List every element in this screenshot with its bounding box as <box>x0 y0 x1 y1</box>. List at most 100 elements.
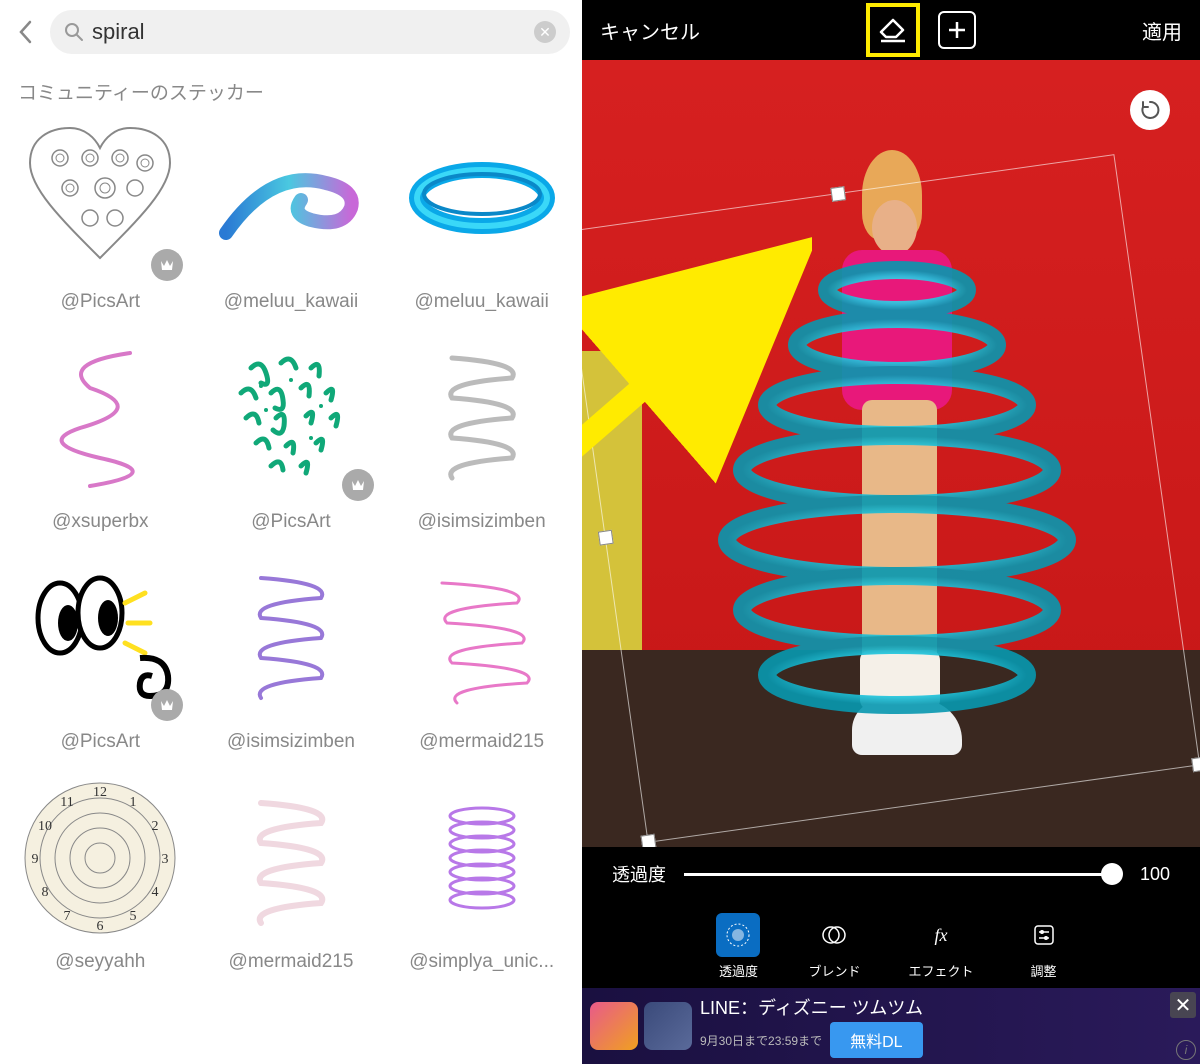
sticker-item[interactable]: @simplya_unic... <box>391 773 572 973</box>
svg-text:5: 5 <box>130 909 137 924</box>
search-input[interactable] <box>92 19 526 45</box>
selection-handle[interactable] <box>1191 756 1200 772</box>
svg-text:9: 9 <box>32 852 39 867</box>
cancel-button[interactable]: キャンセル <box>600 16 700 45</box>
clear-search-button[interactable]: ✕ <box>534 21 556 43</box>
ad-info-button[interactable]: i <box>1176 1040 1196 1060</box>
editor-panel: キャンセル 適用 <box>582 0 1200 1064</box>
premium-badge-icon <box>342 469 374 501</box>
tool-label: エフェクト <box>909 961 974 980</box>
ad-download-button[interactable]: 無料DL <box>830 1022 922 1058</box>
ad-close-button[interactable]: ✕ <box>1170 992 1196 1018</box>
tool-label: ブレンド <box>808 961 860 980</box>
tight-purple-coil-icon <box>402 778 562 938</box>
eraser-button[interactable] <box>866 3 920 57</box>
selection-box[interactable] <box>582 154 1200 843</box>
sticker-label: @mermaid215 <box>419 731 544 753</box>
opacity-slider[interactable] <box>684 873 1112 876</box>
svg-text:10: 10 <box>38 819 52 834</box>
sticker-search-panel: ✕ コミュニティーのステッカー @PicsArt <box>0 0 582 1064</box>
plus-icon <box>947 20 967 40</box>
sticker-item[interactable]: @isimsizimben <box>201 553 382 753</box>
svg-text:3: 3 <box>162 852 169 867</box>
pink-coil-icon <box>402 558 562 718</box>
tool-label: 透過度 <box>719 961 758 980</box>
sticker-item[interactable]: @mermaid215 <box>201 773 382 973</box>
spiral-clock-icon: 12 3 6 9 12 45 78 10 11 <box>20 778 180 938</box>
add-button[interactable] <box>938 11 976 49</box>
sticker-label: @isimsizimben <box>227 731 355 753</box>
tool-row: 透過度 ブレンド fx エフェクト 調整 <box>582 901 1200 988</box>
apply-button[interactable]: 適用 <box>1142 16 1182 45</box>
swirl-brush-icon <box>211 138 371 258</box>
tool-blend[interactable]: ブレンド <box>808 913 860 980</box>
tool-opacity[interactable]: 透過度 <box>716 913 760 980</box>
sticker-label: @meluu_kawaii <box>414 291 548 313</box>
sticker-item[interactable]: @xsuperbx <box>10 333 191 533</box>
sticker-item[interactable]: @isimsizimben <box>391 333 572 533</box>
sticker-grid: @PicsArt @meluu_kawaii @meluu_kawaii <box>0 113 582 973</box>
opacity-slider-row: 透過度 100 <box>582 847 1200 901</box>
svg-text:4: 4 <box>152 885 159 900</box>
rotate-handle[interactable] <box>1130 90 1170 130</box>
search-box[interactable]: ✕ <box>50 10 570 54</box>
svg-text:fx: fx <box>935 925 948 945</box>
slider-thumb[interactable] <box>1101 863 1123 885</box>
ad-subtitle: 9月30日まで23:59まで <box>700 1032 822 1049</box>
pastel-coil-icon <box>211 778 371 938</box>
search-icon <box>64 22 84 42</box>
sticker-label: @meluu_kawaii <box>224 291 358 313</box>
canvas-area[interactable] <box>582 60 1200 847</box>
svg-text:11: 11 <box>61 795 74 810</box>
tool-effect[interactable]: fx エフェクト <box>909 913 974 980</box>
sticker-item[interactable]: @PicsArt <box>10 553 191 753</box>
ad-banner[interactable]: LINE：ディズニー ツムツム 9月30日まで23:59まで 無料DL ✕ i <box>582 988 1200 1064</box>
svg-text:7: 7 <box>64 909 71 924</box>
svg-text:12: 12 <box>93 785 107 800</box>
sticker-label: @PicsArt <box>61 291 140 313</box>
sticker-label: @xsuperbx <box>52 511 148 533</box>
sticker-item[interactable]: @PicsArt <box>10 113 191 313</box>
adjust-icon <box>1030 921 1058 949</box>
ad-title: LINE：ディズニー ツムツム <box>700 994 1200 1020</box>
pink-squiggle-icon <box>20 338 180 498</box>
sticker-label: @PicsArt <box>61 731 140 753</box>
sticker-item[interactable]: @meluu_kawaii <box>201 113 382 313</box>
gray-coil-icon <box>402 338 562 498</box>
cartoon-eyes-icon <box>20 568 180 708</box>
slider-value: 100 <box>1130 864 1170 885</box>
sticker-item[interactable]: @PicsArt <box>201 333 382 533</box>
section-title: コミュニティーのステッカー <box>0 64 582 113</box>
tool-adjust[interactable]: 調整 <box>1022 913 1066 980</box>
eraser-icon <box>878 17 908 43</box>
selection-handle[interactable] <box>598 529 614 545</box>
sticker-label: @simplya_unic... <box>409 951 554 973</box>
selection-handle[interactable] <box>641 834 657 847</box>
neon-ring-icon <box>402 148 562 248</box>
sticker-label: @seyyahh <box>55 951 145 973</box>
purple-coil-icon <box>211 558 371 718</box>
back-button[interactable] <box>12 19 38 45</box>
ad-app-icons <box>582 1002 700 1050</box>
premium-badge-icon <box>151 689 183 721</box>
blend-icon <box>820 921 848 949</box>
sticker-item[interactable]: @meluu_kawaii <box>391 113 572 313</box>
rotate-icon <box>1139 99 1161 121</box>
svg-text:8: 8 <box>42 885 49 900</box>
editor-header: キャンセル 適用 <box>582 0 1200 60</box>
svg-text:2: 2 <box>152 819 159 834</box>
sticker-item[interactable]: @mermaid215 <box>391 553 572 753</box>
selection-handle[interactable] <box>830 186 846 202</box>
tool-label: 調整 <box>1031 961 1057 980</box>
sticker-item[interactable]: 12 3 6 9 12 45 78 10 11 @seyyahh <box>10 773 191 973</box>
sticker-label: @isimsizimben <box>418 511 546 533</box>
sticker-label: @mermaid215 <box>229 951 354 973</box>
svg-text:1: 1 <box>130 795 137 810</box>
slider-label: 透過度 <box>612 861 666 887</box>
search-header: ✕ <box>0 0 582 64</box>
chevron-left-icon <box>18 20 32 44</box>
sticker-label: @PicsArt <box>251 511 330 533</box>
opacity-icon <box>724 921 752 949</box>
fx-icon: fx <box>927 921 955 949</box>
svg-text:6: 6 <box>97 919 104 934</box>
